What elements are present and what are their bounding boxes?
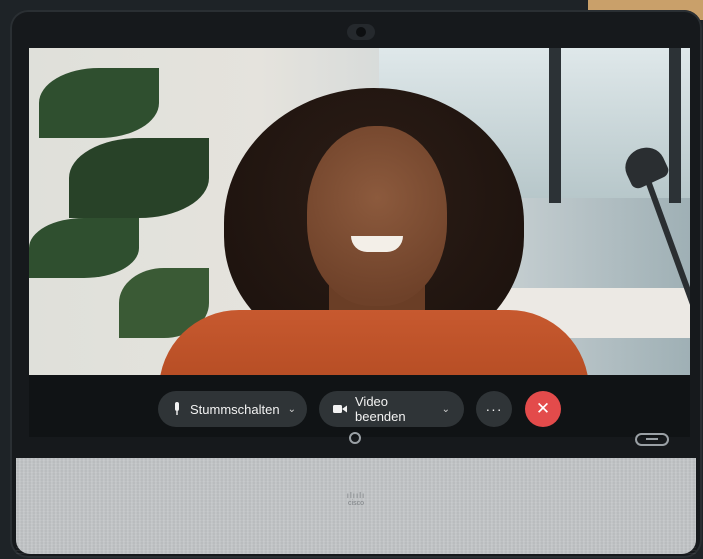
window-frame — [669, 48, 681, 203]
video-label: Video beenden — [355, 394, 406, 424]
video-device: Stummschalten ⌄ Video beenden ⌄ ··· ✕ ıl… — [10, 10, 702, 558]
more-options-button[interactable]: ··· — [476, 391, 512, 427]
device-camera — [347, 24, 375, 40]
cisco-bars-icon: ılıılı — [346, 491, 366, 500]
plant-leaf — [39, 68, 159, 138]
close-icon: ✕ — [535, 399, 551, 418]
person-shirt — [159, 310, 589, 375]
call-control-bar: Stummschalten ⌄ Video beenden ⌄ ··· ✕ — [29, 375, 690, 437]
plant-leaf — [69, 138, 209, 218]
end-call-button[interactable]: ✕ — [525, 391, 561, 427]
person-smile — [351, 236, 403, 252]
camera-icon — [333, 404, 347, 414]
mute-label: Stummschalten — [190, 401, 280, 417]
brand-label: cisco — [348, 500, 364, 507]
person-face — [307, 126, 447, 306]
ellipsis-icon: ··· — [485, 401, 503, 417]
plant-leaf — [29, 218, 139, 278]
video-feed — [29, 48, 690, 375]
chevron-down-icon[interactable]: ⌄ — [288, 404, 296, 415]
device-screen: Stummschalten ⌄ Video beenden ⌄ ··· ✕ — [29, 48, 690, 437]
microphone-icon — [172, 402, 182, 416]
cisco-logo: ılıılı cisco — [334, 491, 378, 508]
window-frame — [549, 48, 561, 203]
mute-button[interactable]: Stummschalten ⌄ — [158, 391, 307, 427]
stop-video-button[interactable]: Video beenden ⌄ — [319, 391, 464, 427]
device-indicator-icon — [635, 433, 669, 446]
speaker-grille: ılıılı cisco — [16, 458, 696, 554]
home-button[interactable] — [349, 432, 361, 444]
chevron-down-icon[interactable]: ⌄ — [442, 404, 450, 415]
